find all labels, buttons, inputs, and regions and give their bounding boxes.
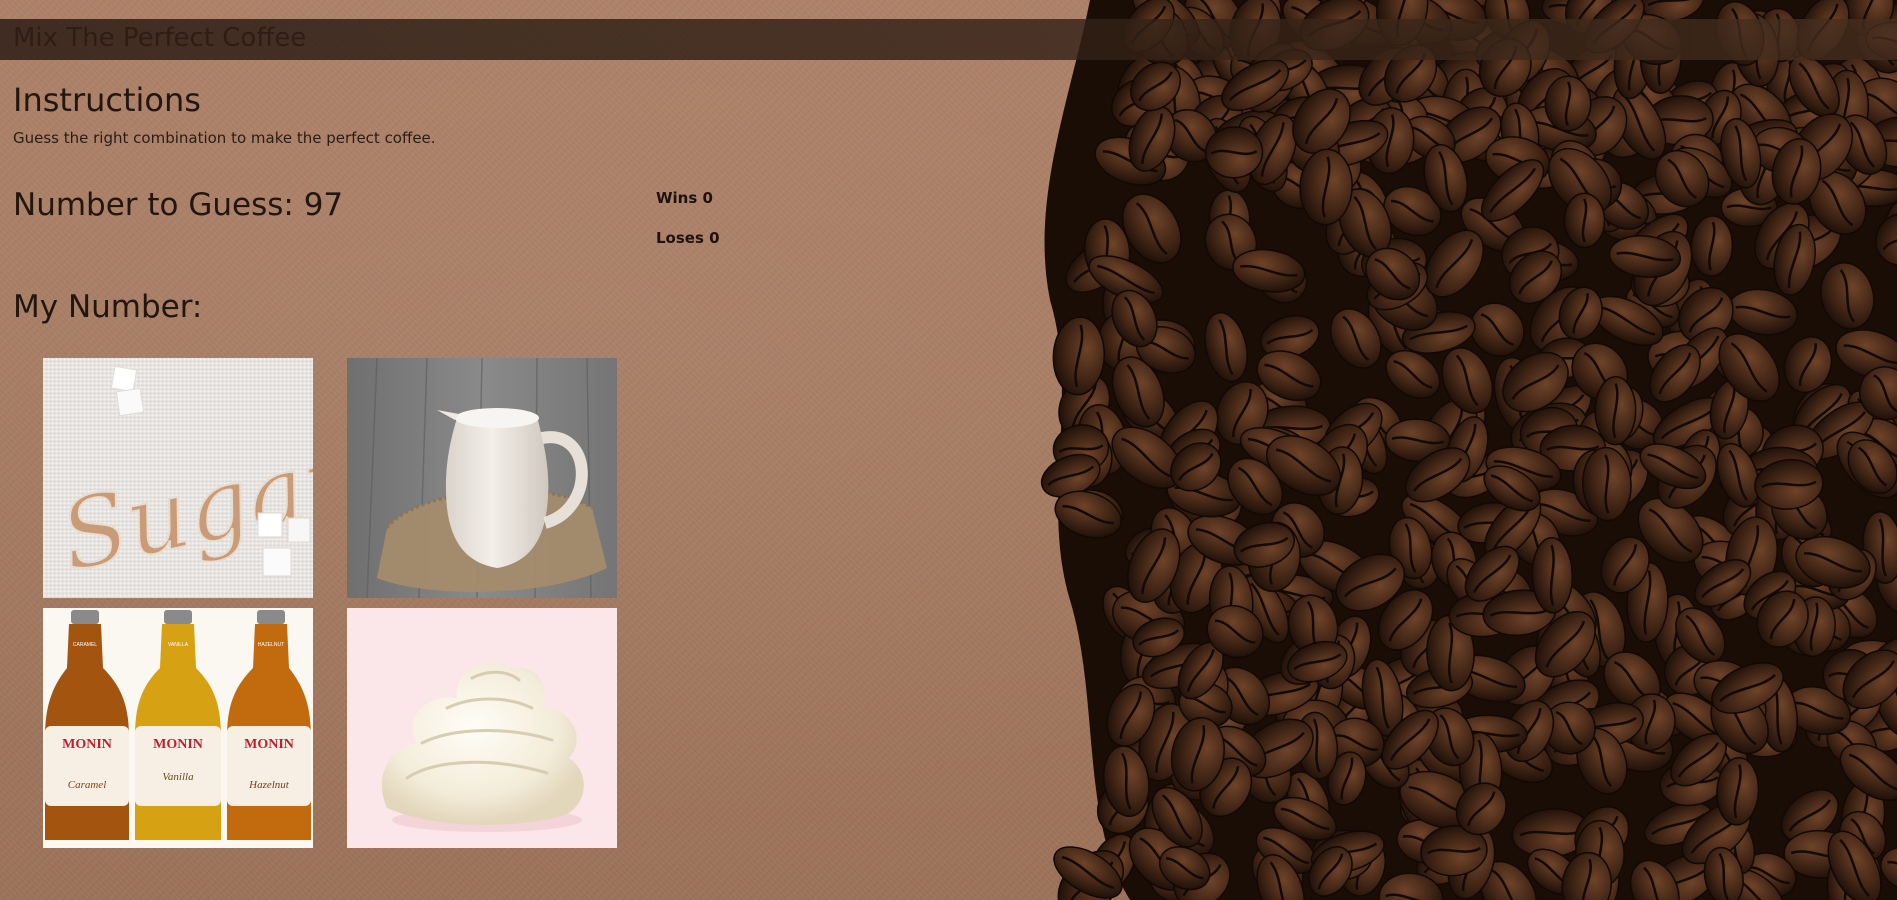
instructions-heading: Instructions (13, 81, 201, 119)
milk-jug-image (347, 358, 617, 598)
whipped-cream-image (347, 608, 617, 848)
syrup-flavor-hazelnut: Hazelnut (248, 779, 290, 791)
flavored-syrup-button[interactable]: MONIN Caramel CARAMEL MONIN Vanilla VANI… (43, 608, 313, 848)
instructions-text: Guess the right combination to make the … (13, 129, 436, 147)
whipped-cream-button[interactable] (347, 608, 617, 848)
app-title: Mix The Perfect Coffee (13, 23, 307, 53)
coffee-beans-image (1010, 0, 1897, 900)
milk-button[interactable] (347, 358, 617, 598)
syrup-brand-caramel: MONIN (62, 737, 112, 752)
syrup-flavor-vanilla: Vanilla (162, 771, 194, 783)
number-to-guess-label: Number to Guess: (13, 187, 304, 223)
my-number: My Number: (13, 287, 202, 327)
sugar-image: Sugar (43, 358, 313, 598)
wins-value: 0 (702, 189, 713, 207)
wins-counter: Wins 0 (656, 188, 720, 228)
losses-value: 0 (709, 229, 720, 247)
scoreboard: Wins 0 Loses 0 (656, 188, 720, 268)
wins-label: Wins (656, 189, 703, 207)
syrup-bottles-image: MONIN Caramel CARAMEL MONIN Vanilla VANI… (43, 608, 313, 848)
sugar-button[interactable]: Sugar (43, 358, 313, 598)
syrup-neck-label-caramel: CARAMEL (73, 642, 97, 648)
syrup-brand-vanilla: MONIN (153, 737, 203, 752)
number-to-guess: Number to Guess: 97 (13, 185, 343, 225)
syrup-neck-label-hazelnut: HAZELNUT (258, 642, 284, 648)
number-to-guess-value: 97 (303, 187, 344, 223)
syrup-brand-hazelnut: MONIN (244, 737, 294, 752)
losses-label: Loses (656, 229, 710, 247)
syrup-flavor-caramel: Caramel (68, 779, 107, 791)
losses-counter: Loses 0 (656, 228, 720, 268)
my-number-label: My Number: (13, 289, 203, 325)
syrup-neck-label-vanilla: VANILLA (168, 642, 189, 648)
